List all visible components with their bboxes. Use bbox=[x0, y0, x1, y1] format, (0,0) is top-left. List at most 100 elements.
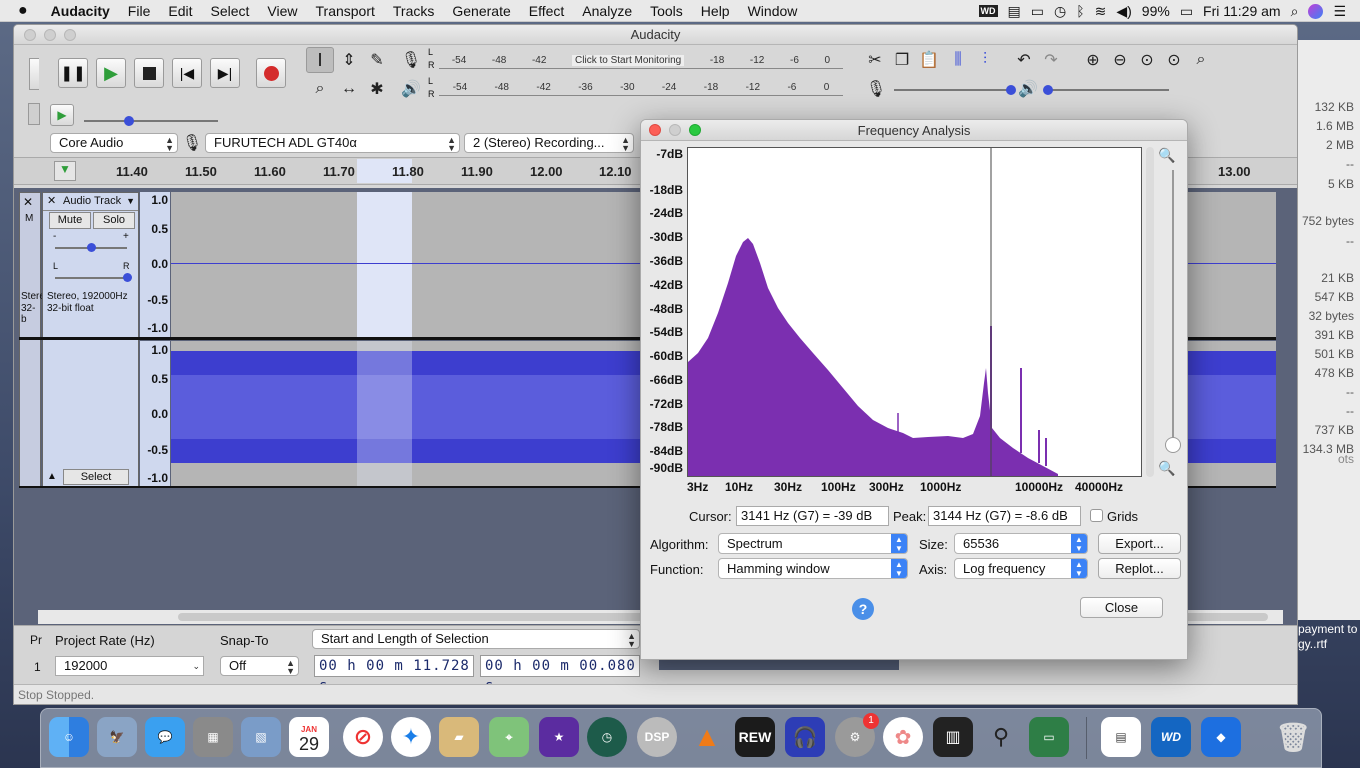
redo-icon[interactable]: ↷ bbox=[1038, 47, 1064, 73]
record-volume-thumb[interactable] bbox=[1006, 85, 1016, 95]
zoom-in-graph-icon[interactable]: 🔍 bbox=[1158, 147, 1175, 164]
track-select-button[interactable]: Select bbox=[63, 469, 129, 485]
desktop-file-label[interactable]: payment to gy..rtf bbox=[1298, 622, 1357, 652]
zoom-out-graph-icon[interactable]: 🔍 bbox=[1158, 460, 1175, 477]
audacity-dock-icon[interactable]: 🎧 bbox=[785, 717, 825, 757]
close-button[interactable]: Close bbox=[1080, 597, 1163, 618]
project-rate-combo[interactable]: 192000 ⌄ bbox=[55, 656, 204, 676]
finder-dock-icon[interactable]: ☺ bbox=[49, 717, 89, 757]
timeshift-tool-icon[interactable]: ↔ bbox=[335, 76, 363, 102]
bluetooth-icon[interactable]: ᛒ bbox=[1076, 3, 1084, 19]
play-button[interactable]: ▶ bbox=[96, 58, 126, 88]
replot-button[interactable]: Replot... bbox=[1098, 558, 1181, 579]
solo-button[interactable]: Solo bbox=[93, 212, 135, 229]
time-machine-dock-icon[interactable]: ◷ bbox=[587, 717, 627, 757]
play-speed-slider[interactable] bbox=[84, 120, 218, 122]
imovie-dock-icon[interactable]: ★ bbox=[539, 717, 579, 757]
menu-transport[interactable]: Transport bbox=[307, 3, 384, 19]
menu-select[interactable]: Select bbox=[201, 3, 258, 19]
news-dock-icon[interactable]: ⊘ bbox=[343, 717, 383, 757]
fit-selection-icon[interactable]: ⊙ bbox=[1134, 47, 1160, 73]
selection-length-time[interactable]: 00 h 00 m 00.080 s bbox=[480, 655, 640, 694]
toolbar-grabber[interactable] bbox=[29, 58, 39, 90]
draw-tool-icon[interactable]: ✎ bbox=[363, 47, 391, 73]
image-capture-dock-icon[interactable]: ▧ bbox=[241, 717, 281, 757]
apple-icon[interactable]: ● bbox=[0, 2, 42, 20]
envelope-tool-icon[interactable]: ⇕ bbox=[335, 47, 363, 73]
zoom-in-icon[interactable]: ⊕ bbox=[1080, 47, 1106, 73]
cut-icon[interactable]: ✂ bbox=[862, 47, 888, 73]
folder-dock-icon[interactable]: ▰ bbox=[439, 717, 479, 757]
trash-dock-icon[interactable]: 🗑 bbox=[1273, 717, 1313, 757]
record-volume-slider[interactable] bbox=[894, 89, 1012, 91]
pause-button[interactable]: ❚❚ bbox=[58, 58, 88, 88]
menu-effect[interactable]: Effect bbox=[520, 3, 574, 19]
copy-icon[interactable]: ❐ bbox=[889, 47, 915, 73]
pin-playhead-icon[interactable]: ▼ bbox=[54, 161, 76, 181]
maps-dock-icon[interactable]: ⌖ bbox=[489, 717, 529, 757]
stop-button[interactable] bbox=[134, 58, 164, 88]
zoom-toggle-icon[interactable]: ⌕ bbox=[1188, 47, 1214, 73]
messages-dock-icon[interactable]: 💬 bbox=[145, 717, 185, 757]
time-machine-icon[interactable]: ◷ bbox=[1054, 3, 1066, 20]
calculator-dock-icon[interactable]: ▦ bbox=[193, 717, 233, 757]
record-button[interactable] bbox=[256, 58, 286, 88]
wd-dock-icon[interactable]: WD bbox=[1151, 717, 1191, 757]
preview-dock-icon[interactable]: 🦅 bbox=[97, 717, 137, 757]
screen-dock-icon[interactable]: ▭ bbox=[1029, 717, 1069, 757]
export-button[interactable]: Export... bbox=[1098, 533, 1181, 554]
zoom-tool-icon[interactable]: ⌕ bbox=[306, 76, 334, 102]
menu-app[interactable]: Audacity bbox=[42, 3, 119, 19]
calendar-dock-icon[interactable]: JAN 29 bbox=[289, 717, 329, 757]
vlc-dock-icon[interactable]: ▲ bbox=[687, 717, 727, 757]
fit-project-icon[interactable]: ⊙ bbox=[1161, 47, 1187, 73]
siri-icon[interactable] bbox=[1308, 3, 1324, 19]
axis-select[interactable]: Log frequency ▲ ▼ bbox=[954, 558, 1088, 579]
plot-vertical-scrollbar[interactable] bbox=[1146, 147, 1154, 477]
size-select[interactable]: 65536 ▲ ▼ bbox=[954, 533, 1088, 554]
document-dock-icon[interactable]: ▤ bbox=[1101, 717, 1141, 757]
spectrum-plot[interactable] bbox=[687, 147, 1142, 477]
zoom-window-button[interactable] bbox=[64, 29, 76, 41]
paste-icon[interactable]: 📋 bbox=[916, 47, 942, 73]
zoom-out-icon[interactable]: ⊖ bbox=[1107, 47, 1133, 73]
multi-tool-icon[interactable]: ✱ bbox=[363, 76, 391, 102]
photos-dock-icon[interactable]: ✿ bbox=[883, 717, 923, 757]
selection-tool-button[interactable]: I bbox=[306, 47, 334, 73]
menu-analyze[interactable]: Analyze bbox=[573, 3, 641, 19]
speaker-icon[interactable]: 🔊 bbox=[399, 76, 423, 102]
toolbar-grabber[interactable] bbox=[28, 103, 40, 125]
piano-dock-icon[interactable]: ▥ bbox=[933, 717, 973, 757]
trim-audio-icon[interactable]: ⫼ bbox=[945, 47, 971, 73]
collapse-track-icon[interactable]: ▲ bbox=[47, 471, 57, 482]
safari-dock-icon[interactable]: ✦ bbox=[391, 717, 431, 757]
playback-meter[interactable]: -54 -48 -42 -36 -30 -24 -18 -12 -6 0 bbox=[439, 79, 843, 95]
snap-to-select[interactable]: Off ▲ ▼ bbox=[220, 656, 299, 676]
menu-file[interactable]: File bbox=[119, 3, 160, 19]
menu-view[interactable]: View bbox=[258, 3, 306, 19]
notification-center-icon[interactable]: ☰ bbox=[1333, 3, 1346, 20]
mute-button[interactable]: Mute bbox=[49, 212, 91, 229]
silence-audio-icon[interactable]: ⫶ bbox=[972, 47, 998, 73]
minimize-window-button[interactable] bbox=[44, 29, 56, 41]
menu-tools[interactable]: Tools bbox=[641, 3, 692, 19]
battery-percent[interactable]: 99% bbox=[1142, 3, 1170, 19]
close-dialog-button[interactable] bbox=[649, 124, 661, 136]
dsp-dock-icon[interactable]: DSP bbox=[637, 717, 677, 757]
close-window-button[interactable] bbox=[24, 29, 36, 41]
menu-tracks[interactable]: Tracks bbox=[384, 3, 443, 19]
menu-edit[interactable]: Edit bbox=[159, 3, 201, 19]
pan-slider[interactable] bbox=[55, 277, 127, 279]
vertical-zoom-slider[interactable] bbox=[1172, 170, 1174, 450]
selection-mode-select[interactable]: Start and Length of Selection ▲ ▼ bbox=[312, 629, 640, 649]
spotlight-icon[interactable]: ⌕ bbox=[1291, 3, 1299, 20]
wd-status-icon[interactable]: WD bbox=[978, 5, 998, 17]
zoom-dialog-button[interactable] bbox=[689, 124, 701, 136]
grids-checkbox[interactable] bbox=[1090, 509, 1103, 522]
help-button[interactable]: ? bbox=[852, 598, 874, 620]
selection-start-time[interactable]: 00 h 00 m 11.728 s bbox=[314, 655, 474, 694]
track-menu-arrow-icon[interactable]: ▼ bbox=[126, 193, 135, 210]
input-channels-select[interactable]: 2 (Stereo) Recording... ▲ ▼ bbox=[464, 133, 634, 153]
menu-window[interactable]: Window bbox=[739, 3, 807, 19]
menu-generate[interactable]: Generate bbox=[443, 3, 519, 19]
